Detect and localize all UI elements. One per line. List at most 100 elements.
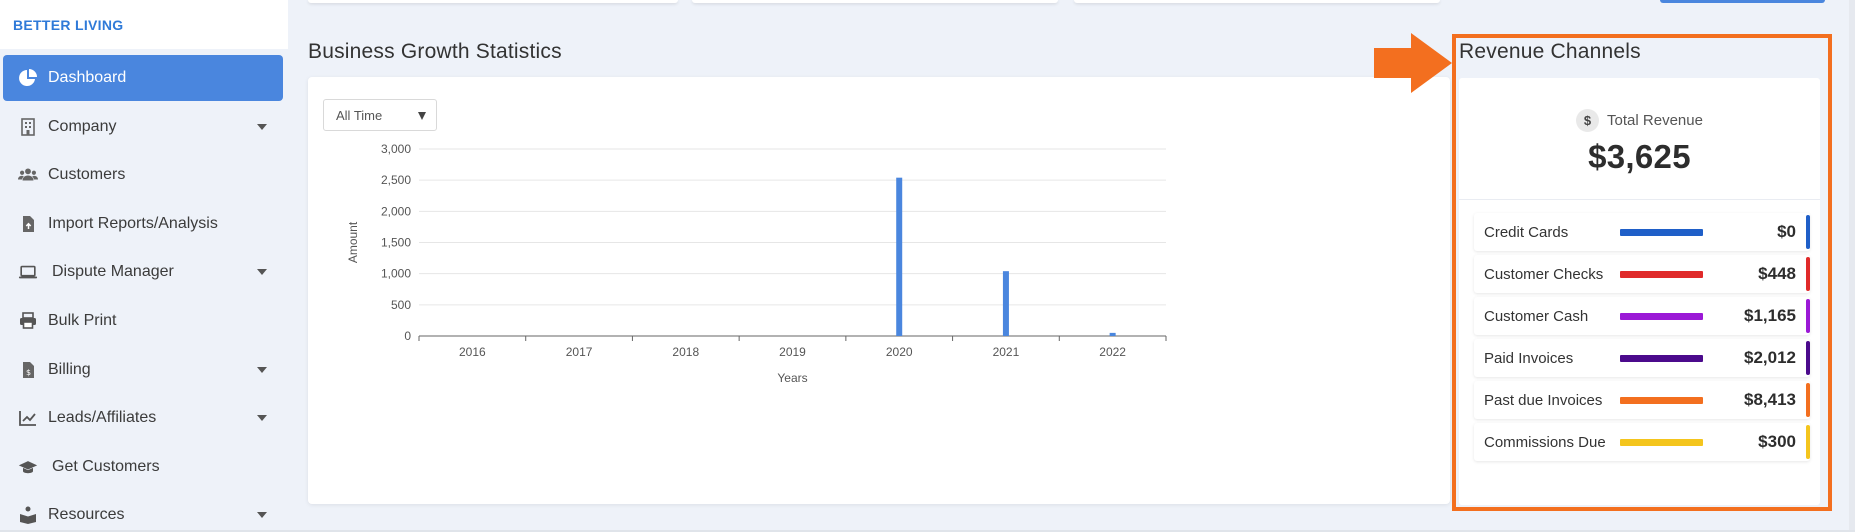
channel-customer-cash[interactable]: Customer Cash $1,165: [1474, 297, 1810, 335]
graduation-cap-icon: [18, 457, 48, 477]
laptop-icon: [18, 262, 48, 282]
growth-bar-chart: 0 500 1,000 1,500 2,000 2,500 3,000 2016 2017 201…: [346, 142, 1167, 385]
x-tick-label: 2020: [886, 345, 913, 359]
y-tick-label: 1,000: [381, 267, 411, 281]
channel-name: Past due Invoices: [1484, 391, 1603, 409]
channel-value: $1,165: [1744, 306, 1796, 325]
revenue-channel-list: Credit Cards $0 Customer Checks $448 Cus…: [1459, 200, 1820, 461]
top-action-button[interactable]: [1660, 0, 1825, 3]
total-revenue-header: $ Total Revenue $3,625: [1459, 78, 1820, 200]
page-scrollbar[interactable]: [1849, 0, 1855, 532]
channel-name: Credit Cards: [1484, 223, 1569, 241]
channel-accent: [1806, 299, 1810, 333]
sidebar-item-get-customers[interactable]: Get Customers: [3, 444, 283, 490]
channel-past-due-invoices[interactable]: Past due Invoices $8,413: [1474, 381, 1810, 419]
sidebar-item-label: Company: [48, 117, 117, 135]
book-reader-icon: [18, 505, 48, 525]
sidebar-item-dispute-manager[interactable]: Dispute Manager: [3, 249, 283, 295]
x-axis-label: Years: [777, 371, 807, 385]
total-revenue-value: $3,625: [1588, 138, 1691, 175]
top-stat-card: [692, 0, 1058, 3]
channel-accent: [1806, 215, 1810, 249]
growth-chart-card: All Time 0 500 1,000 1,500 2,000 2,500 3,000 20…: [308, 77, 1450, 504]
file-upload-icon: [18, 214, 48, 234]
y-axis-label: Amount: [346, 221, 360, 263]
channel-value: $448: [1758, 264, 1796, 283]
channel-name: Paid Invoices: [1484, 349, 1574, 367]
x-tick-label: 2021: [993, 345, 1020, 359]
sidebar-item-billing[interactable]: $ Billing: [3, 347, 283, 393]
y-tick-label: 0: [404, 329, 411, 343]
invoice-icon: $: [18, 360, 48, 380]
pie-chart-icon: [18, 68, 48, 88]
brand-name: BETTER LIVING: [13, 16, 124, 33]
total-revenue-label-row: $ Total Revenue: [1576, 109, 1703, 132]
channel-bar: [1620, 396, 1703, 404]
y-tick-label: 1,500: [381, 236, 411, 250]
total-revenue-label: Total Revenue: [1607, 112, 1703, 129]
dollar-icon: $: [1576, 109, 1600, 132]
sidebar-item-label: Billing: [48, 360, 91, 378]
channel-value: $2,012: [1744, 348, 1796, 367]
channel-bar: [1620, 228, 1703, 236]
chevron-down-icon: [257, 366, 267, 373]
y-tick-label: 500: [391, 298, 411, 312]
svg-text:$: $: [26, 368, 31, 377]
bar: [896, 177, 903, 336]
sidebar-item-label: Bulk Print: [48, 311, 117, 329]
channel-bar: [1620, 354, 1703, 362]
channel-commissions-due[interactable]: Commissions Due $300: [1474, 423, 1810, 461]
channel-bar: [1620, 438, 1703, 446]
y-tick-label: 3,000: [381, 142, 411, 156]
channel-bar: [1620, 270, 1703, 278]
channel-name: Commissions Due: [1484, 433, 1606, 451]
x-tick-label: 2016: [459, 345, 486, 359]
sidebar-item-label: Customers: [48, 166, 126, 184]
sidebar-item-bulk-print[interactable]: Bulk Print: [3, 298, 283, 344]
chevron-down-icon: [257, 415, 267, 422]
channel-accent: [1806, 341, 1810, 375]
channel-customer-checks[interactable]: Customer Checks $448: [1474, 255, 1810, 293]
channel-accent: [1806, 425, 1810, 459]
channel-name: Customer Checks: [1484, 265, 1604, 283]
channel-credit-cards[interactable]: Credit Cards $0: [1474, 213, 1810, 251]
channel-value: $8,413: [1744, 390, 1796, 409]
sidebar-nav: Dashboard Company Customers Import Repor…: [0, 55, 288, 532]
y-tick-label: 2,500: [381, 173, 411, 187]
top-stat-card: [1074, 0, 1440, 3]
x-tick-label: 2022: [1099, 345, 1126, 359]
printer-icon: [18, 311, 48, 331]
top-stat-card: [308, 0, 678, 3]
sidebar-item-company[interactable]: Company: [3, 104, 283, 150]
sidebar-item-label: Dispute Manager: [52, 263, 174, 281]
arrow-right-icon: [1374, 33, 1452, 93]
building-icon: [18, 117, 48, 137]
sidebar-item-leads-affiliates[interactable]: Leads/Affiliates: [3, 395, 283, 441]
channel-bar: [1620, 312, 1703, 320]
sidebar-item-dashboard[interactable]: Dashboard: [3, 55, 283, 101]
growth-title: Business Growth Statistics: [308, 40, 562, 63]
chevron-down-icon: [257, 512, 267, 519]
channel-paid-invoices[interactable]: Paid Invoices $2,012: [1474, 339, 1810, 377]
sidebar: BETTER LIVING Dashboard Company Customer…: [0, 0, 288, 532]
sidebar-item-customers[interactable]: Customers: [3, 152, 283, 198]
users-icon: [18, 165, 48, 185]
x-tick-label: 2019: [779, 345, 806, 359]
chart-line-icon: [18, 408, 48, 428]
channel-value: $300: [1758, 432, 1796, 451]
chevron-down-icon: [257, 269, 267, 276]
channel-accent: [1806, 383, 1810, 417]
sidebar-item-label: Leads/Affiliates: [48, 409, 157, 427]
sidebar-item-label: Import Reports/Analysis: [48, 214, 218, 232]
channel-accent: [1806, 257, 1810, 291]
revenue-card: $ Total Revenue $3,625 Credit Cards $0 C…: [1459, 78, 1820, 505]
channel-value: $0: [1777, 222, 1796, 241]
chevron-down-icon: [257, 123, 267, 130]
sidebar-item-resources[interactable]: Resources: [3, 492, 283, 532]
sidebar-item-label: Dashboard: [48, 69, 127, 86]
channel-name: Customer Cash: [1484, 307, 1589, 325]
sidebar-item-label: Get Customers: [52, 457, 160, 475]
brand-logo[interactable]: BETTER LIVING: [0, 0, 288, 49]
sidebar-item-import-reports[interactable]: Import Reports/Analysis: [3, 201, 283, 247]
revenue-title: Revenue Channels: [1459, 40, 1641, 63]
